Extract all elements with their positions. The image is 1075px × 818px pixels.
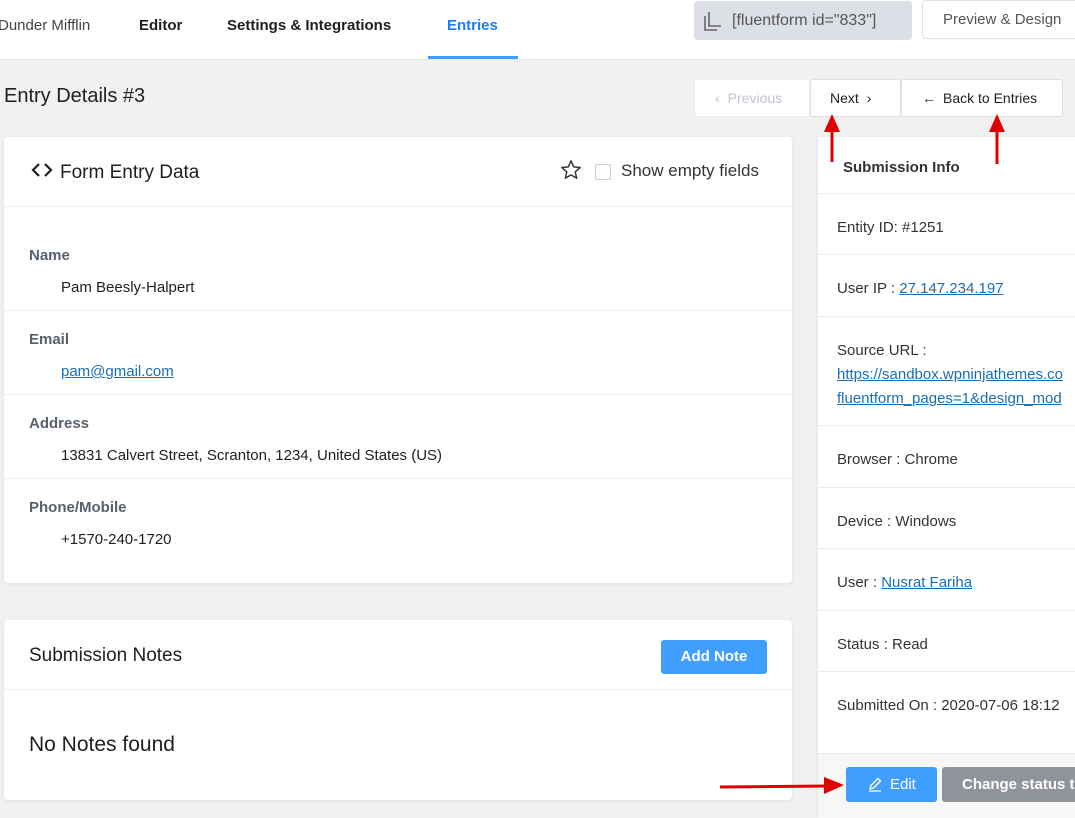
source-url-link-continued[interactable]: fluentform_pages=1&design_mod: [837, 390, 1062, 407]
info-row-entity-id: Entity ID: #1251: [818, 193, 1075, 255]
source-url-label: Source URL :: [837, 342, 927, 359]
user-ip-link[interactable]: 27.147.234.197: [899, 280, 1003, 297]
info-row-status: Status : Read: [818, 610, 1075, 672]
field-label: Phone/Mobile: [29, 499, 127, 516]
edit-button[interactable]: Edit: [846, 767, 937, 802]
tab-settings-integrations[interactable]: Settings & Integrations: [227, 0, 391, 59]
email-link[interactable]: pam@gmail.com: [61, 363, 174, 380]
submission-notes-card: Submission Notes Add Note No Notes found: [4, 620, 792, 800]
entity-id: Entity ID: #1251: [837, 219, 944, 236]
field-label: Email: [29, 331, 70, 348]
show-empty-checkbox[interactable]: [595, 164, 611, 180]
star-icon[interactable]: [560, 159, 582, 181]
previous-label: Previous: [727, 90, 783, 106]
field-label: Name: [29, 247, 70, 264]
form-title: Dunder Mifflin: [0, 17, 91, 34]
user-ip-label: User IP :: [837, 280, 900, 297]
info-row-device: Device : Windows: [818, 487, 1075, 549]
pencil-icon: [869, 777, 882, 792]
submitted-on: Submitted On : 2020-07-06 18:12: [837, 697, 1060, 714]
info-row-browser: Browser : Chrome: [818, 425, 1075, 488]
field-row-name: Name Pam Beesly-Halpert: [4, 207, 791, 311]
back-label: Back to Entries: [943, 90, 1038, 106]
field-row-phone: Phone/Mobile +1570-240-1720: [4, 479, 791, 582]
submission-notes-title: Submission Notes: [29, 645, 183, 666]
submission-info-actions: Edit Change status to: [818, 753, 1075, 818]
submission-info-title: Submission Info: [843, 159, 960, 176]
info-row-user-ip: User IP : 27.147.234.197: [818, 254, 1075, 317]
add-note-button[interactable]: Add Note: [661, 640, 767, 674]
submission-notes-header: Submission Notes Add Note: [4, 620, 792, 690]
page-title: Entry Details #3: [4, 85, 146, 107]
field-row-address: Address 13831 Calvert Street, Scranton, …: [4, 395, 791, 479]
shortcode-copy-button[interactable]: [fluentform id="833"]: [694, 1, 912, 40]
source-url-link[interactable]: https://sandbox.wpninjathemes.co: [837, 366, 1063, 383]
field-label: Address: [29, 415, 90, 432]
user: User : Nusrat Fariha: [837, 574, 972, 591]
user-link[interactable]: Nusrat Fariha: [881, 574, 972, 591]
device: Device : Windows: [837, 513, 957, 530]
back-to-entries-button[interactable]: ← Back to Entries: [901, 79, 1063, 117]
change-status-button[interactable]: Change status to: [942, 767, 1075, 802]
field-value: 13831 Calvert Street, Scranton, 1234, Un…: [61, 447, 443, 464]
top-navigation: Dunder Mifflin Editor Settings & Integra…: [0, 0, 1075, 60]
form-entry-card-header: Form Entry Data Show empty fields: [4, 137, 792, 207]
next-label: Next: [830, 90, 859, 106]
shortcode-text: [fluentform id="833"]: [732, 12, 877, 29]
field-value: Pam Beesly-Halpert: [61, 279, 195, 296]
show-empty-label: Show empty fields: [621, 161, 759, 180]
arrow-left-icon: ←: [922, 90, 936, 106]
browser: Browser : Chrome: [837, 451, 958, 468]
tab-editor[interactable]: Editor: [139, 0, 182, 59]
submission-info-panel: Submission Info Entity ID: #1251 User IP…: [818, 137, 1075, 818]
next-button[interactable]: Next ›: [810, 79, 901, 117]
code-icon: [31, 163, 53, 177]
edit-label: Edit: [890, 776, 916, 793]
tab-entries[interactable]: Entries: [447, 0, 498, 59]
info-row-source-url: Source URL : https://sandbox.wpninjathem…: [818, 316, 1075, 426]
user-ip: User IP : 27.147.234.197: [837, 280, 1004, 297]
active-tab-indicator: [428, 56, 518, 59]
user-label: User :: [837, 574, 882, 591]
form-entry-title: Form Entry Data: [60, 162, 200, 183]
chevron-right-icon: ›: [866, 90, 872, 106]
copy-icon: [704, 12, 721, 31]
info-row-submitted-on: Submitted On : 2020-07-06 18:12: [818, 671, 1075, 754]
field-value: +1570-240-1720: [61, 531, 172, 548]
chevron-left-icon: ‹: [715, 90, 720, 106]
no-notes-message: No Notes found: [29, 733, 175, 756]
field-row-email: Email pam@gmail.com: [4, 311, 791, 395]
info-row-user: User : Nusrat Fariha: [818, 548, 1075, 611]
preview-design-button[interactable]: Preview & Design: [922, 0, 1075, 39]
form-entry-card: Form Entry Data Show empty fields Name P…: [4, 137, 792, 583]
previous-button[interactable]: ‹ Previous: [694, 79, 810, 117]
status: Status : Read: [837, 636, 928, 653]
